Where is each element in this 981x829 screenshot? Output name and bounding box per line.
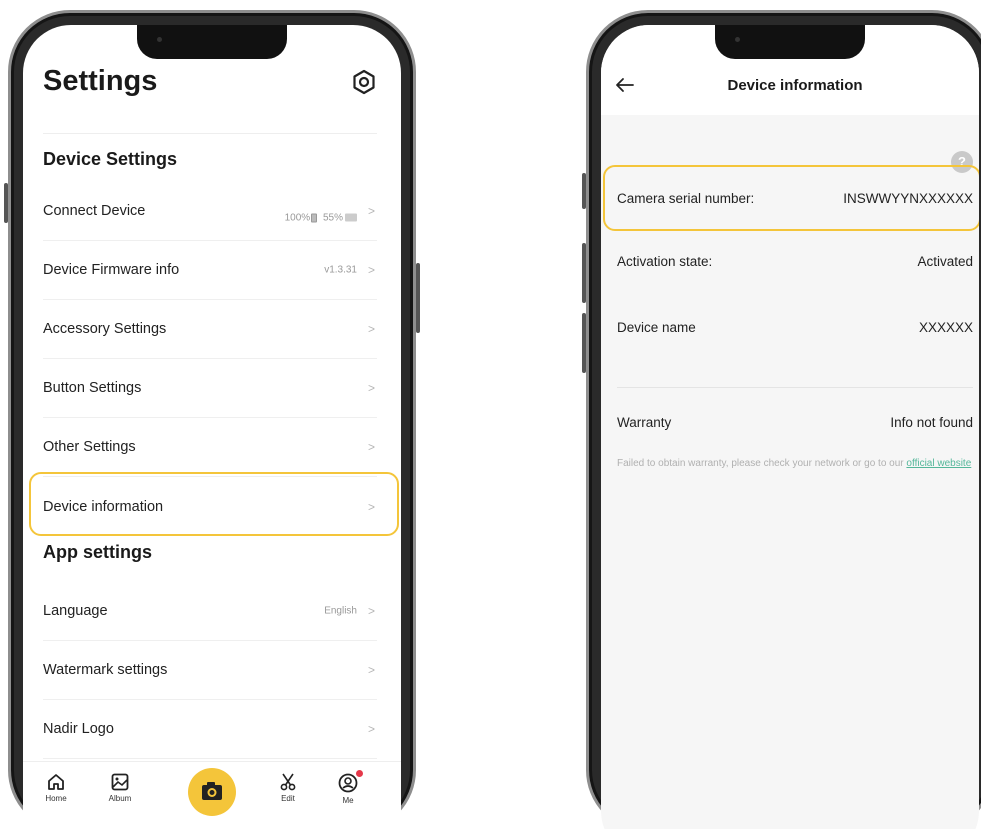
settings-row-button[interactable]: Button Settings > xyxy=(43,359,377,418)
device-settings-heading: Device Settings xyxy=(43,149,178,169)
tab-bar: Home Album Edit Me xyxy=(23,761,401,829)
row-label: Nadir Logo xyxy=(43,721,114,737)
tab-home[interactable]: Home xyxy=(31,772,81,803)
settings-row-other[interactable]: Other Settings > xyxy=(43,418,377,477)
settings-row-language[interactable]: Language English > xyxy=(43,582,377,641)
volume-button xyxy=(4,183,8,223)
divider xyxy=(617,387,973,388)
info-body: ? Camera serial number: INSWWYYNXXXXXX A… xyxy=(601,115,979,829)
front-camera xyxy=(735,37,740,42)
tab-label: Edit xyxy=(281,794,295,803)
power-button xyxy=(416,263,420,333)
capture-button[interactable] xyxy=(188,768,236,816)
page-title: Device information xyxy=(727,77,863,94)
front-camera xyxy=(157,37,162,42)
home-icon xyxy=(48,774,64,790)
tab-album[interactable]: Album xyxy=(95,772,145,803)
battery-value: 100% xyxy=(284,212,311,224)
scissors-icon xyxy=(280,773,296,791)
volume-down-button xyxy=(582,313,586,373)
page-title: Settings xyxy=(43,65,158,97)
notch xyxy=(715,25,865,59)
warranty-note-text: Failed to obtain warranty, please check … xyxy=(617,458,904,469)
tab-me[interactable]: Me xyxy=(323,770,373,805)
row-value: Activated xyxy=(917,254,973,269)
sd-card-icon xyxy=(345,213,357,222)
row-value: Info not found xyxy=(890,415,973,430)
album-icon xyxy=(111,773,129,791)
divider xyxy=(43,133,377,134)
chevron-right-icon: > xyxy=(367,263,375,277)
settings-row-firmware[interactable]: Device Firmware info v1.3.31 > xyxy=(43,241,377,300)
tab-label: Me xyxy=(342,796,354,805)
row-label: Connect Device xyxy=(43,203,146,219)
chevron-right-icon: > xyxy=(367,722,375,736)
row-label: Watermark settings xyxy=(43,662,168,678)
notch xyxy=(137,25,287,59)
row-label: Language xyxy=(43,603,108,619)
right-phone: Device information ? Camera serial numbe… xyxy=(582,10,981,829)
chevron-right-icon: > xyxy=(367,604,375,618)
warranty-note: Failed to obtain warranty, please check … xyxy=(617,458,973,470)
row-key: Warranty xyxy=(617,415,672,430)
row-label: Button Settings xyxy=(43,380,142,396)
chevron-right-icon: > xyxy=(367,204,375,218)
official-website-link[interactable]: official website xyxy=(906,458,971,469)
settings-row-accessory[interactable]: Accessory Settings > xyxy=(43,300,377,359)
settings-screen: Settings Device Settings Connect Device … xyxy=(23,25,401,829)
row-label: Device Firmware info xyxy=(43,262,180,278)
row-value: 100% 55% xyxy=(285,213,357,224)
gear-icon[interactable] xyxy=(351,69,377,95)
row-key: Activation state: xyxy=(617,254,713,269)
camera-icon xyxy=(202,782,222,800)
row-label: Other Settings xyxy=(43,439,136,455)
row-value: v1.3.31 xyxy=(324,264,357,276)
settings-row-connect-device[interactable]: Connect Device 100% 55% > xyxy=(43,182,377,241)
chevron-right-icon: > xyxy=(367,322,375,336)
row-key: Device name xyxy=(617,320,696,335)
tab-edit[interactable]: Edit xyxy=(263,772,313,803)
storage-value: 55% xyxy=(322,212,343,224)
settings-row-nadir-logo[interactable]: Nadir Logo > xyxy=(43,700,377,759)
row-value: XXXXXX xyxy=(918,320,973,335)
chevron-right-icon: > xyxy=(367,381,375,395)
tab-label: Home xyxy=(45,794,67,803)
device-info-screen: Device information ? Camera serial numbe… xyxy=(601,25,979,829)
app-settings-heading: App settings xyxy=(43,542,153,562)
highlight-box xyxy=(29,472,399,536)
row-label: Accessory Settings xyxy=(43,321,167,337)
mute-switch xyxy=(582,173,586,209)
highlight-box xyxy=(603,165,979,231)
chevron-right-icon: > xyxy=(367,440,375,454)
settings-row-watermark[interactable]: Watermark settings > xyxy=(43,641,377,700)
row-value: English xyxy=(324,605,357,617)
volume-up-button xyxy=(582,243,586,303)
left-phone: Settings Device Settings Connect Device … xyxy=(4,10,420,829)
battery-icon xyxy=(311,213,318,223)
notification-dot xyxy=(356,770,363,777)
chevron-right-icon: > xyxy=(367,663,375,677)
tab-label: Album xyxy=(108,794,132,803)
